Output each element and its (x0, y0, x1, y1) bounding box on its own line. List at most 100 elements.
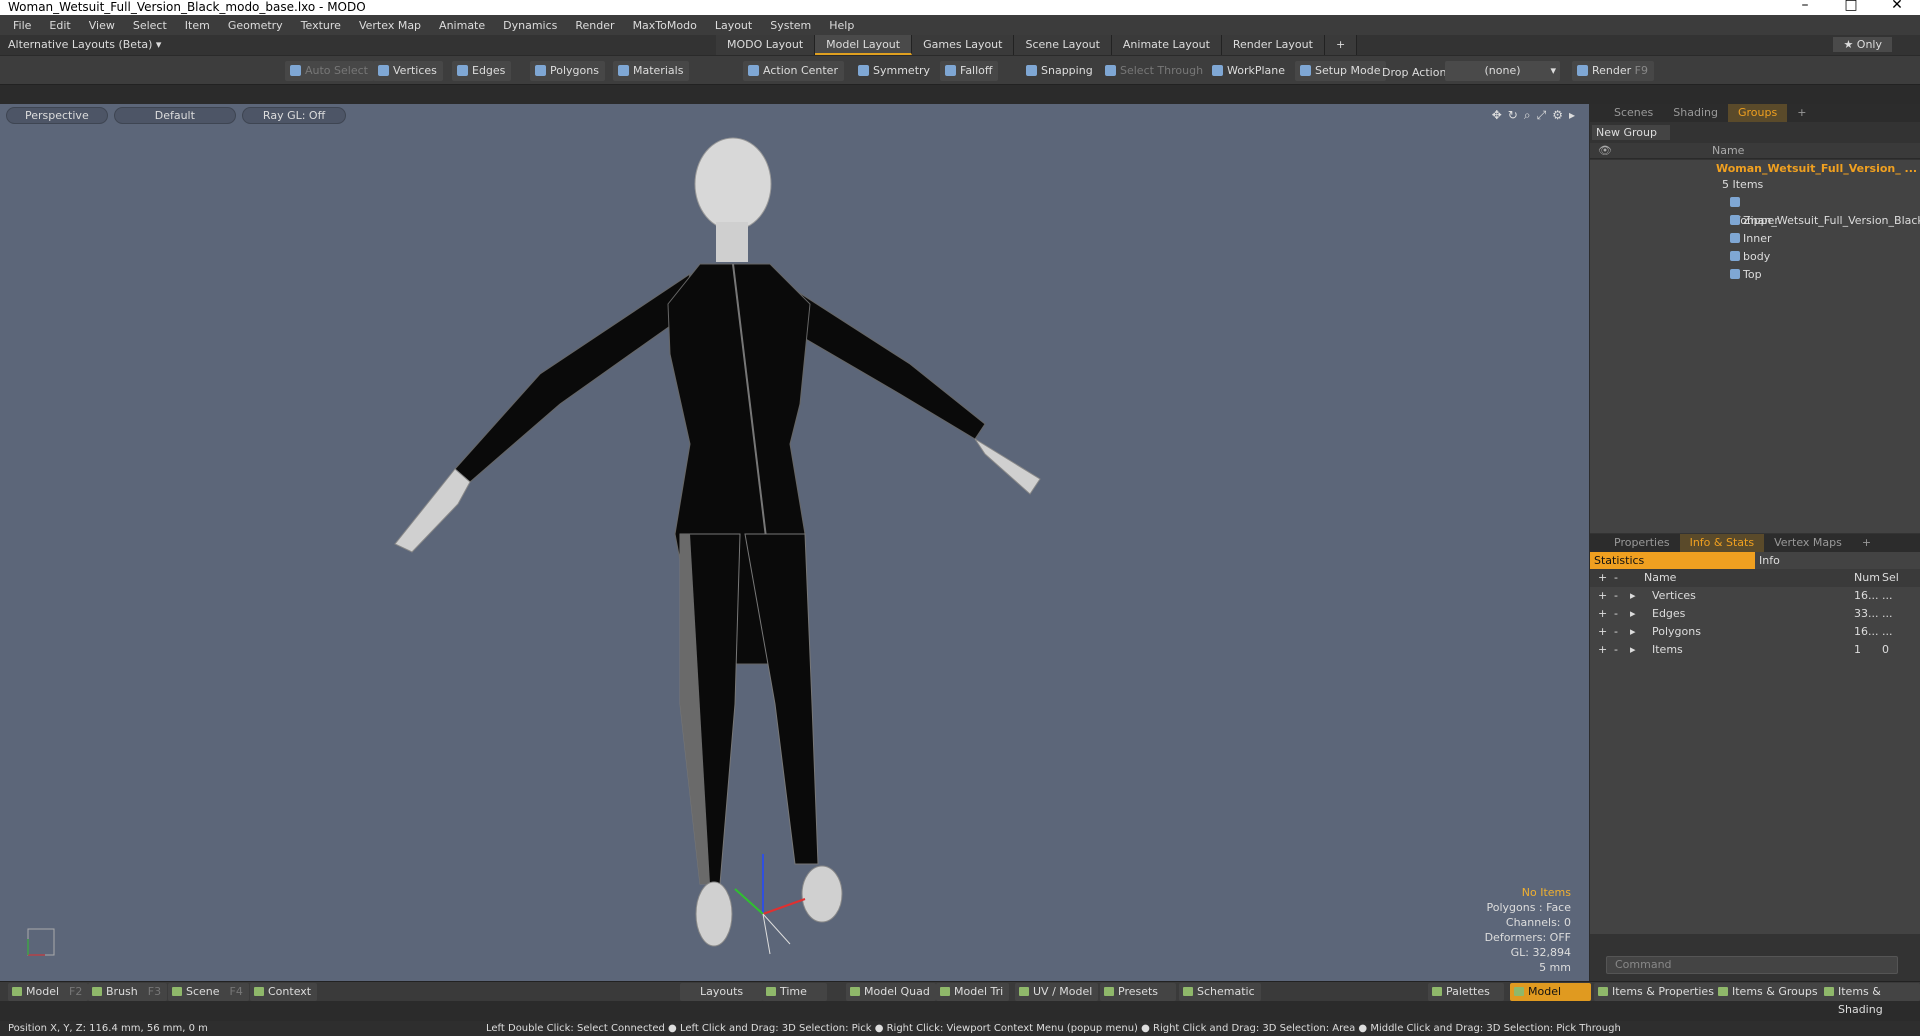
num-column-header[interactable]: Num (1854, 569, 1880, 587)
row-sel: 0 (1882, 643, 1889, 656)
uv-model-icon (1019, 987, 1029, 996)
presets-button[interactable]: Presets (1100, 983, 1177, 1001)
add-tab-icon[interactable]: + (1852, 534, 1881, 552)
expand-all-icon[interactable]: + (1598, 569, 1607, 587)
menu-geometry[interactable]: Geometry (219, 19, 292, 32)
menu-animate[interactable]: Animate (430, 19, 494, 32)
palettes-button[interactable]: Palettes (1428, 983, 1504, 1001)
add-icon[interactable]: + (1598, 605, 1607, 623)
table-row[interactable]: + - ▸ Items 1 0 (1590, 641, 1920, 659)
model-quad-button[interactable]: Model Quad (846, 983, 936, 1001)
name-column-header[interactable]: Name (1712, 144, 1744, 157)
context-button[interactable]: Context (250, 983, 318, 1001)
only-button[interactable]: ★ Only (1833, 37, 1892, 52)
alternative-layouts-dropdown[interactable]: Alternative Layouts (Beta) ▾ (8, 38, 161, 51)
auto-select-button[interactable]: Auto Select (285, 61, 374, 81)
items-properties-button[interactable]: Items & Properties (1594, 983, 1720, 1001)
scene-mode-button[interactable]: Scene F4 (168, 983, 249, 1001)
menu-render[interactable]: Render (566, 19, 623, 32)
tab-shading[interactable]: Shading (1663, 104, 1728, 122)
tab-info[interactable]: Info (1755, 552, 1920, 569)
menu-vertex-map[interactable]: Vertex Map (350, 19, 430, 32)
tab-modo-layout[interactable]: MODO Layout (716, 35, 816, 55)
unit-label: 5 mm (1539, 961, 1571, 974)
edges-button[interactable]: Edges (452, 61, 512, 81)
tab-groups[interactable]: Groups (1727, 104, 1788, 122)
expand-arrow-icon[interactable]: ▸ (1630, 605, 1636, 623)
list-item[interactable]: Inner (1590, 230, 1920, 248)
model-mode-button[interactable]: Model F2 (8, 983, 89, 1001)
menu-help[interactable]: Help (820, 19, 863, 32)
menu-system[interactable]: System (761, 19, 820, 32)
add-layout-button[interactable]: + (1324, 35, 1358, 55)
new-group-button[interactable]: New Group (1592, 125, 1670, 140)
menu-texture[interactable]: Texture (292, 19, 350, 32)
menu-item[interactable]: Item (176, 19, 219, 32)
add-tab-icon[interactable]: + (1787, 104, 1816, 122)
expand-arrow-icon[interactable]: ▸ (1630, 587, 1636, 605)
model-tri-button[interactable]: Model Tri (936, 983, 1010, 1001)
table-row[interactable]: + - ▸ Edges 33...... (1590, 605, 1920, 623)
add-icon[interactable]: + (1598, 623, 1607, 641)
tab-statistics[interactable]: Statistics (1590, 552, 1755, 569)
uv-model-button[interactable]: UV / Model (1015, 983, 1099, 1001)
collapse-all-icon[interactable]: - (1614, 569, 1618, 587)
name-column-header[interactable]: Name (1644, 569, 1676, 587)
render-button[interactable]: Render F9 (1572, 61, 1654, 81)
tab-vertex-maps[interactable]: Vertex Maps (1764, 534, 1852, 552)
list-item[interactable]: Zipper (1590, 212, 1920, 230)
remove-icon[interactable]: - (1614, 587, 1618, 605)
expand-arrow-icon[interactable]: ▸ (1630, 641, 1636, 659)
materials-button[interactable]: Materials (613, 61, 690, 81)
model-layout-button[interactable]: Model (1510, 983, 1592, 1001)
tab-properties[interactable]: Properties (1604, 534, 1680, 552)
table-row[interactable]: + - ▸ Vertices 16...... (1590, 587, 1920, 605)
polygons-button[interactable]: Polygons (530, 61, 605, 81)
tab-scene-layout[interactable]: Scene Layout (1014, 35, 1112, 55)
add-icon[interactable]: + (1598, 641, 1607, 659)
close-icon[interactable]: ✕ (1874, 0, 1920, 13)
falloff-button[interactable]: Falloff (940, 61, 999, 81)
menu-edit[interactable]: Edit (40, 19, 79, 32)
minimize-icon[interactable]: – (1782, 0, 1828, 13)
add-icon[interactable]: + (1598, 587, 1607, 605)
time-button[interactable]: Time (762, 983, 827, 1001)
workplane-button[interactable]: WorkPlane (1207, 61, 1291, 81)
menu-layout[interactable]: Layout (706, 19, 761, 32)
remove-icon[interactable]: - (1614, 641, 1618, 659)
snapping-button[interactable]: Snapping (1021, 61, 1099, 81)
list-item[interactable]: Top (1590, 266, 1920, 284)
items-shading-button[interactable]: Items & Shading (1820, 983, 1920, 1016)
menu-select[interactable]: Select (124, 19, 176, 32)
tab-games-layout[interactable]: Games Layout (912, 35, 1015, 55)
menu-dynamics[interactable]: Dynamics (494, 19, 566, 32)
sel-column-header[interactable]: Sel (1882, 569, 1899, 587)
list-item[interactable]: Woman_Wetsuit_Full_Version_Black (1590, 194, 1920, 227)
maximize-icon[interactable]: □ (1828, 0, 1874, 13)
tab-info-stats[interactable]: Info & Stats (1679, 534, 1765, 552)
expand-arrow-icon[interactable]: ▸ (1630, 623, 1636, 641)
drop-action-select[interactable]: (none) ▾ (1445, 61, 1560, 81)
symmetry-button[interactable]: Symmetry (853, 61, 936, 81)
setup-mode-button[interactable]: Setup Mode (1295, 61, 1387, 81)
brush-mode-button[interactable]: Brush F3 (88, 983, 168, 1001)
action-center-button[interactable]: Action Center (743, 61, 844, 81)
remove-icon[interactable]: - (1614, 605, 1618, 623)
layouts-button[interactable]: Layouts (680, 983, 764, 1001)
select-through-button[interactable]: Select Through (1100, 61, 1209, 81)
tab-render-layout[interactable]: Render Layout (1221, 35, 1325, 55)
list-item[interactable]: body (1590, 248, 1920, 266)
menu-file[interactable]: File (4, 19, 40, 32)
tab-scenes[interactable]: Scenes (1604, 104, 1663, 122)
menu-maxtomodo[interactable]: MaxToModo (624, 19, 706, 32)
remove-icon[interactable]: - (1614, 623, 1618, 641)
tab-animate-layout[interactable]: Animate Layout (1111, 35, 1222, 55)
items-groups-button[interactable]: Items & Groups (1714, 983, 1824, 1001)
tab-model-layout[interactable]: Model Layout (815, 35, 913, 55)
3d-viewport[interactable]: Perspective Default Ray GL: Off ✥ ↻ ⌕ ⤢ … (0, 104, 1589, 981)
menu-view[interactable]: View (80, 19, 124, 32)
command-input[interactable]: Command (1606, 956, 1898, 974)
vertices-button[interactable]: Vertices (373, 61, 443, 81)
table-row[interactable]: + - ▸ Polygons 16...... (1590, 623, 1920, 641)
schematic-button[interactable]: Schematic (1179, 983, 1261, 1001)
